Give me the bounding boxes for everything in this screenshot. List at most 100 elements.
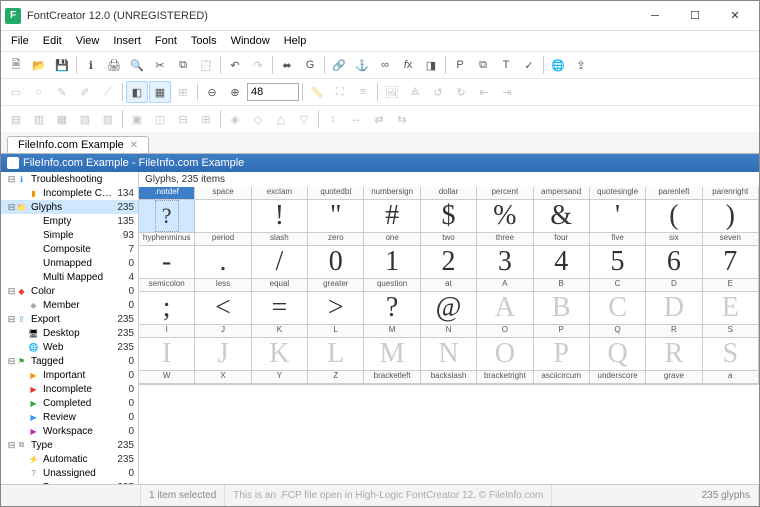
- glyph-cell[interactable]: slash/: [251, 232, 308, 279]
- glyph-cell[interactable]: .notdef?: [139, 187, 195, 233]
- tree-item[interactable]: ?Unassigned0: [1, 466, 138, 480]
- print-icon[interactable]: 🖨: [103, 54, 125, 76]
- font-info-icon[interactable]: ℹ: [80, 54, 102, 76]
- glyph-cell[interactable]: dollar$: [420, 187, 477, 233]
- menu-help[interactable]: Help: [278, 34, 313, 48]
- glyph-cell[interactable]: backslash: [420, 370, 477, 385]
- copy-icon[interactable]: ⧉: [172, 54, 194, 76]
- tree-item[interactable]: ▮Incomplete Chara...134: [1, 186, 138, 200]
- text-test-icon[interactable]: T: [495, 54, 517, 76]
- glyph-cell[interactable]: grave: [645, 370, 702, 385]
- glyph-cell[interactable]: numbersign#: [363, 187, 420, 233]
- glyph-cell[interactable]: asciicircum: [533, 370, 590, 385]
- tree-item[interactable]: ⚡Automatic235: [1, 452, 138, 466]
- save-file-icon[interactable]: 💾: [51, 54, 73, 76]
- glyph-cell[interactable]: a: [702, 370, 759, 385]
- close-button[interactable]: ✕: [715, 2, 755, 30]
- glyph-cell[interactable]: NN: [420, 324, 477, 371]
- glyph-props-icon[interactable]: G: [299, 54, 321, 76]
- fx-icon[interactable]: fx: [397, 54, 419, 76]
- glyph-cell[interactable]: Y: [251, 370, 308, 385]
- glyph-cell[interactable]: four4: [533, 232, 590, 279]
- open-file-icon[interactable]: 📂: [28, 54, 50, 76]
- tree-item[interactable]: Unmapped0: [1, 256, 138, 270]
- undo-icon[interactable]: ↶: [224, 54, 246, 76]
- web-preview-icon[interactable]: 🌐: [547, 54, 569, 76]
- tree-item[interactable]: ▶Workspace0: [1, 424, 138, 438]
- glyph-grid[interactable]: .notdef?spaceexclam!quotedbl"numbersign#…: [139, 187, 759, 484]
- preview-icon[interactable]: P: [449, 54, 471, 76]
- menu-file[interactable]: File: [5, 34, 35, 48]
- glyph-cell[interactable]: six6: [645, 232, 702, 279]
- glyph-cell[interactable]: ampersand&: [533, 187, 590, 233]
- search-icon[interactable]: 🔍: [126, 54, 148, 76]
- glyph-cell[interactable]: parenleft(: [645, 187, 702, 233]
- fill-toggle-icon[interactable]: ◧: [126, 81, 148, 103]
- glyph-cell[interactable]: DD: [645, 278, 702, 325]
- cut-icon[interactable]: ✂: [149, 54, 171, 76]
- glyph-cell[interactable]: bracketright: [476, 370, 533, 385]
- tree-item[interactable]: ▶Completed0: [1, 396, 138, 410]
- glyph-cell[interactable]: quotesingle': [589, 187, 646, 233]
- glyph-cell[interactable]: CC: [589, 278, 646, 325]
- glyph-cell[interactable]: W: [139, 370, 195, 385]
- tree-item[interactable]: Multi Mapped4: [1, 270, 138, 284]
- document-tab[interactable]: FileInfo.com Example ✕: [7, 136, 149, 153]
- transform-icon[interactable]: ⬌: [276, 54, 298, 76]
- anchor-icon[interactable]: ⚓: [351, 54, 373, 76]
- new-file-icon[interactable]: 🗎: [5, 54, 27, 76]
- tree-item[interactable]: ⊟◆Color0: [1, 284, 138, 298]
- menu-view[interactable]: View: [70, 34, 106, 48]
- glyph-cell[interactable]: OO: [476, 324, 533, 371]
- glyph-cell[interactable]: II: [139, 324, 195, 371]
- tree-item[interactable]: 🖥Desktop235: [1, 326, 138, 340]
- sidebar-tree[interactable]: ⊟ℹTroubleshooting▮Incomplete Chara...134…: [1, 172, 139, 484]
- glyph-cell[interactable]: parenright): [702, 187, 759, 233]
- glyph-cell[interactable]: zero0: [307, 232, 364, 279]
- glyph-cell[interactable]: PP: [533, 324, 590, 371]
- glyph-cell[interactable]: EE: [702, 278, 759, 325]
- glyph-cell[interactable]: RR: [645, 324, 702, 371]
- glyph-cell[interactable]: MM: [363, 324, 420, 371]
- glyph-cell[interactable]: LL: [307, 324, 364, 371]
- minimize-button[interactable]: ─: [635, 2, 675, 30]
- glyph-cell[interactable]: SS: [702, 324, 759, 371]
- menu-tools[interactable]: Tools: [185, 34, 223, 48]
- glyph-cell[interactable]: underscore: [589, 370, 646, 385]
- link-icon[interactable]: 🔗: [328, 54, 350, 76]
- zoom-in-icon[interactable]: ⊕: [224, 81, 246, 103]
- glyph-cell[interactable]: seven7: [702, 232, 759, 279]
- glyph-cell[interactable]: AA: [476, 278, 533, 325]
- tree-item[interactable]: ⊟ℹTroubleshooting: [1, 172, 138, 186]
- compare-icon[interactable]: ⧉: [472, 54, 494, 76]
- glyph-cell[interactable]: less<: [194, 278, 251, 325]
- glyph-cell[interactable]: BB: [533, 278, 590, 325]
- zoom-input[interactable]: [247, 83, 299, 101]
- tree-item[interactable]: ▶Important0: [1, 368, 138, 382]
- export-icon[interactable]: ⇪: [570, 54, 592, 76]
- maximize-button[interactable]: ☐: [675, 2, 715, 30]
- zoom-out-icon[interactable]: ⊖: [201, 81, 223, 103]
- glyph-cell[interactable]: quotedbl": [307, 187, 364, 233]
- menu-window[interactable]: Window: [225, 34, 276, 48]
- glyph-cell[interactable]: period.: [194, 232, 251, 279]
- glyph-cell[interactable]: KK: [251, 324, 308, 371]
- glyph-cell[interactable]: hyphenminus-: [139, 232, 195, 279]
- glyph-cell[interactable]: equal=: [251, 278, 308, 325]
- tree-item[interactable]: ◆Member0: [1, 298, 138, 312]
- glyph-cell[interactable]: space: [194, 187, 251, 233]
- glyph-cell[interactable]: five5: [589, 232, 646, 279]
- glyph-cell[interactable]: two2: [420, 232, 477, 279]
- glyph-cell[interactable]: at@: [420, 278, 477, 325]
- glyph-cell[interactable]: question?: [363, 278, 420, 325]
- tree-item[interactable]: ⊟⇪Export235: [1, 312, 138, 326]
- glyph-cell[interactable]: greater>: [307, 278, 364, 325]
- tree-item[interactable]: Simple93: [1, 228, 138, 242]
- check-icon[interactable]: ✓: [518, 54, 540, 76]
- glyph-cell[interactable]: QQ: [589, 324, 646, 371]
- tree-item[interactable]: ⊟⧉Type235: [1, 438, 138, 452]
- tree-item[interactable]: 🌐Web235: [1, 340, 138, 354]
- tree-item[interactable]: ▶Incomplete0: [1, 382, 138, 396]
- pattern-icon[interactable]: ▦: [149, 81, 171, 103]
- eraser-icon[interactable]: ◨: [420, 54, 442, 76]
